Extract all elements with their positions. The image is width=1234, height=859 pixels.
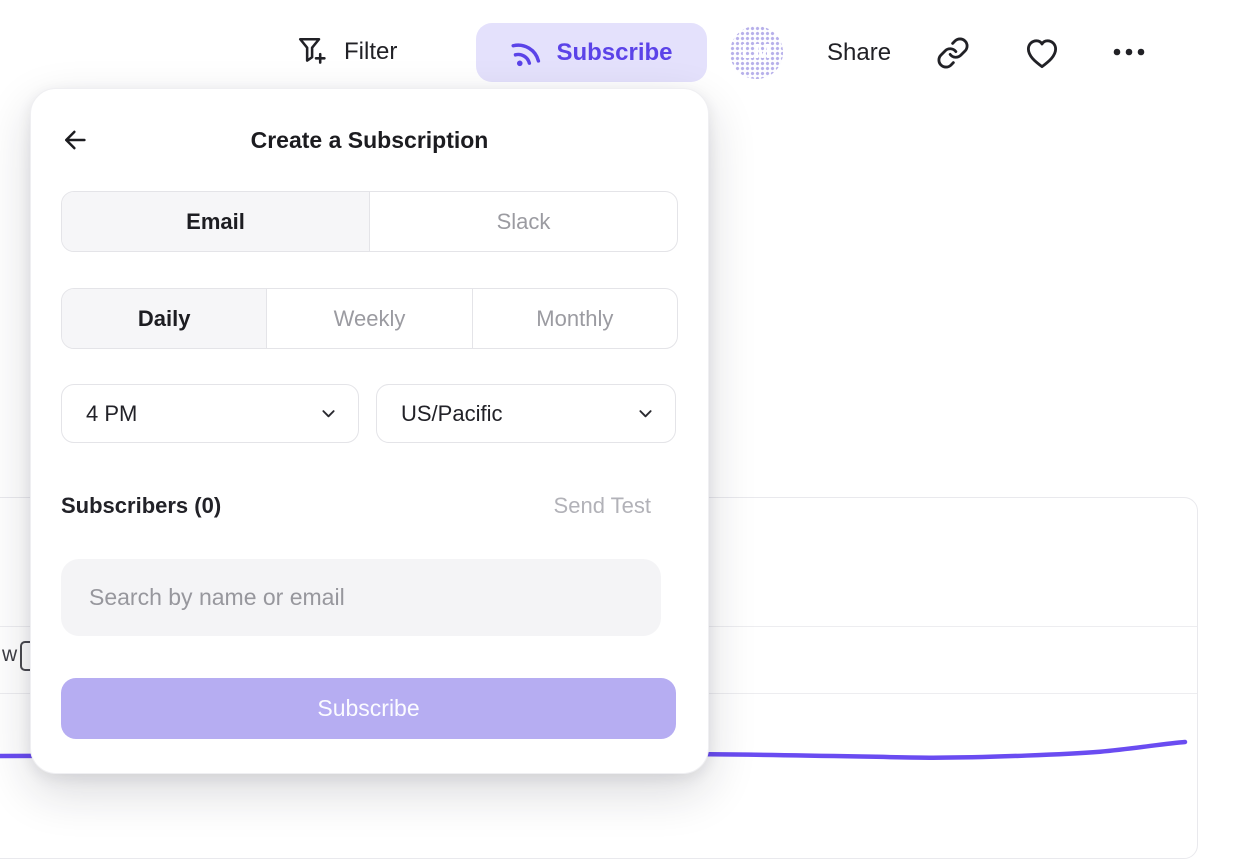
user-avatar[interactable]: LM — [730, 26, 783, 79]
favorite-button[interactable] — [1023, 34, 1061, 72]
ellipsis-icon — [1112, 46, 1146, 58]
rss-icon — [507, 33, 546, 72]
time-select[interactable]: 4 PM — [61, 384, 359, 443]
chevron-down-icon — [319, 404, 338, 423]
tab-daily[interactable]: Daily — [62, 289, 266, 348]
more-menu-button[interactable] — [1112, 46, 1146, 58]
avatar-initials: LM — [742, 41, 772, 64]
filter-button[interactable]: Filter — [295, 28, 397, 76]
timezone-select-value: US/Pacific — [401, 401, 502, 427]
send-test-button[interactable]: Send Test — [554, 493, 651, 519]
subscribe-submit-label: Subscribe — [317, 695, 419, 722]
link-icon — [936, 36, 970, 70]
modal-title: Create a Subscription — [31, 127, 708, 154]
channel-tabs: Email Slack — [61, 191, 678, 252]
subscriber-search — [61, 559, 661, 636]
subscribe-toolbar-button[interactable]: Subscribe — [476, 23, 707, 82]
partial-row-label: w — [2, 643, 17, 667]
subscriber-search-input[interactable] — [61, 559, 661, 636]
heart-icon — [1023, 34, 1061, 72]
time-select-value: 4 PM — [86, 401, 137, 427]
subscribe-submit-button[interactable]: Subscribe — [61, 678, 676, 739]
subscribe-toolbar-label: Subscribe — [556, 39, 672, 67]
copy-link-button[interactable] — [936, 36, 970, 70]
chevron-down-icon — [636, 404, 655, 423]
share-button[interactable]: Share — [827, 39, 891, 67]
tab-email[interactable]: Email — [62, 192, 369, 251]
frequency-tabs: Daily Weekly Monthly — [61, 288, 678, 349]
timezone-select[interactable]: US/Pacific — [376, 384, 676, 443]
filter-plus-icon — [295, 34, 331, 70]
filter-label: Filter — [344, 38, 397, 66]
tab-monthly[interactable]: Monthly — [472, 289, 677, 348]
tab-weekly[interactable]: Weekly — [266, 289, 471, 348]
create-subscription-modal: Create a Subscription Email Slack Daily … — [30, 88, 709, 774]
tab-slack[interactable]: Slack — [369, 192, 677, 251]
subscribers-count-label: Subscribers (0) — [61, 493, 221, 519]
